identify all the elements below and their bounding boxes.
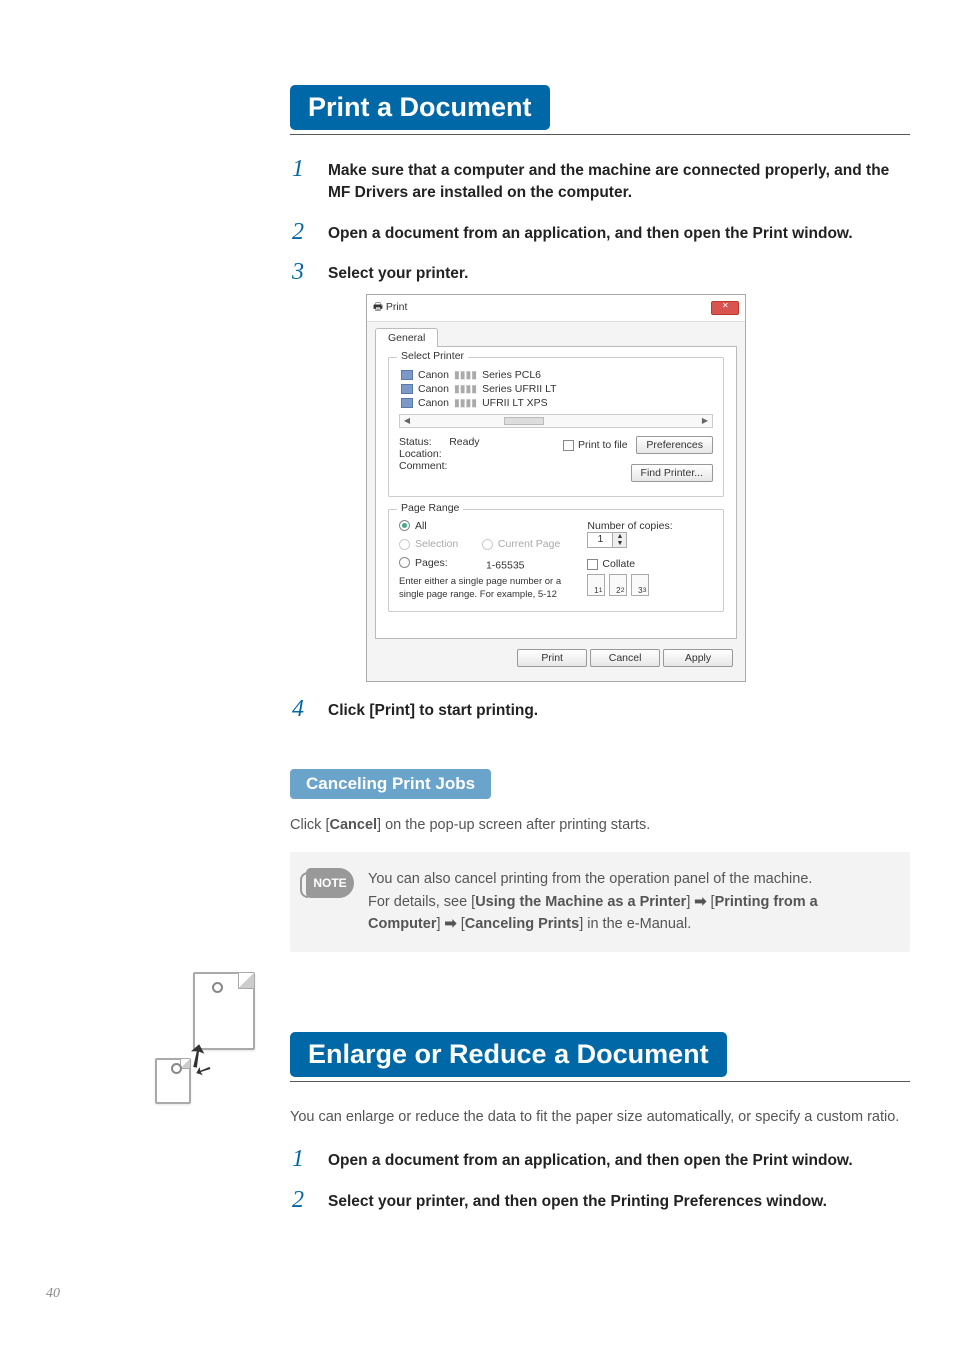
step-text: Open a document from an application, and… [328,1150,910,1172]
section-title-enlarge: Enlarge or Reduce a Document [290,1032,727,1077]
copies-spinner[interactable]: 1▲▼ [587,532,627,548]
apply-button[interactable]: Apply [663,649,733,667]
status-value: Ready [449,436,479,448]
note-box: NOTE You can also cancel printing from t… [290,852,910,951]
cancel-button[interactable]: Cancel [590,649,660,667]
radio-pages[interactable]: Pages: [399,557,448,569]
find-printer-button[interactable]: Find Printer... [631,464,713,482]
location-label: Location: [399,448,480,460]
page-number: 40 [46,1286,60,1302]
preferences-button[interactable]: Preferences [636,436,713,454]
printer-item[interactable]: Canon▮▮▮▮Series UFRII LT [399,382,713,396]
group-page-range: Page Range [397,502,463,514]
pages-value: 1-65535 [486,559,525,571]
print-to-file-label: Print to file [578,439,628,451]
printer-icon [401,384,413,394]
comment-label: Comment: [399,460,480,472]
radio-current: Current Page [482,538,560,550]
enlarge-reduce-icon: ➚ ➘ [155,972,255,1112]
print-button[interactable]: Print [517,649,587,667]
collate-checkbox[interactable] [587,559,598,570]
close-icon[interactable] [711,301,739,315]
printer-icon [401,370,413,380]
arrow-icon: ➡ [694,894,706,910]
collate-label: Collate [602,558,635,570]
note-badge: NOTE [306,868,354,898]
arrow-icon: ➡ [445,916,457,932]
step-text: Open a document from an application, and… [328,223,910,245]
printer-item[interactable]: Canon▮▮▮▮Series PCL6 [399,368,713,382]
section-title-print: Print a Document [290,85,550,130]
section2-intro: You can enlarge or reduce the data to fi… [290,1107,910,1129]
step-text: Select your printer. [328,263,910,285]
radio-selection: Selection [399,538,458,550]
step-text: Click [Print] to start printing. [328,700,910,722]
step-3: Select your printer. 🖶 Print General Sel… [290,263,910,682]
group-select-printer: Select Printer [397,350,468,362]
print-to-file-checkbox[interactable] [563,440,574,451]
step-1: Make sure that a computer and the machin… [290,160,910,205]
step-2: Select your printer, and then open the P… [290,1191,910,1213]
enlarge-steps: Open a document from an application, and… [290,1150,910,1213]
status-label: Status: [399,436,432,448]
step-1: Open a document from an application, and… [290,1150,910,1172]
note-line1: You can also cancel printing from the op… [368,868,894,890]
print-dialog-screenshot: 🖶 Print General Select Printer Canon▮▮▮▮… [366,294,910,682]
subsection-body: Click [Cancel] on the pop-up screen afte… [290,815,910,837]
tab-general[interactable]: General [375,328,438,347]
radio-all[interactable]: All [399,520,427,532]
printer-item[interactable]: Canon▮▮▮▮UFRII LT XPS [399,396,713,410]
dialog-title: 🖶 Print [373,299,407,317]
scrollbar[interactable]: ◀▶ [399,414,713,428]
collate-icons: 11 22 33 [587,574,649,596]
copies-label: Number of copies: [587,520,672,532]
print-steps: Make sure that a computer and the machin… [290,160,910,723]
step-2: Open a document from an application, and… [290,223,910,245]
subsection-title: Canceling Print Jobs [290,769,491,799]
page-range-hint: Enter either a single page number or a s… [399,576,581,601]
printer-icon [401,398,413,408]
step-text: Select your printer, and then open the P… [328,1191,910,1213]
step-4: Click [Print] to start printing. [290,700,910,722]
step-text: Make sure that a computer and the machin… [328,160,910,205]
note-line2: For details, see [Using the Machine as a… [368,891,894,936]
